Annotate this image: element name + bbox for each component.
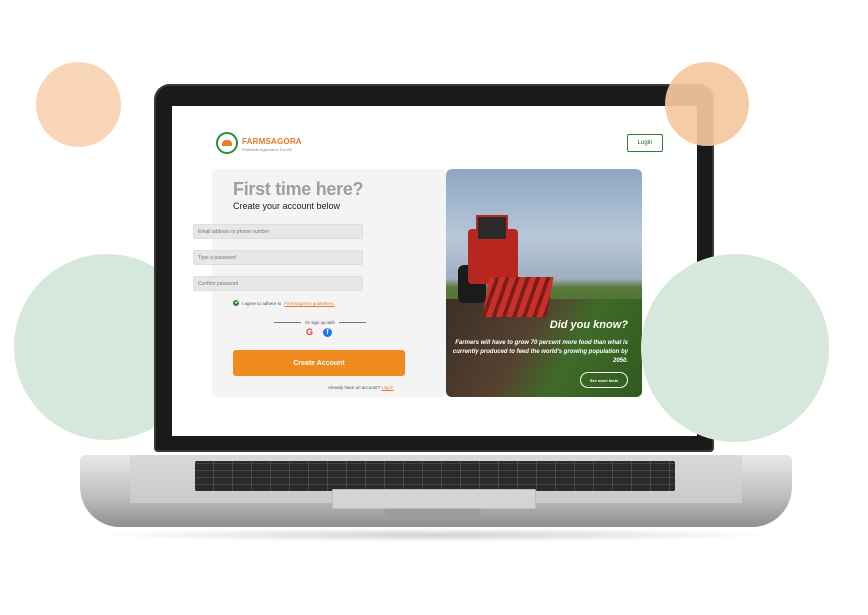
confirm-password-field[interactable]: Confirm password — [193, 276, 363, 291]
divider-rule-left — [274, 322, 301, 323]
promo-body: Farmers will have to grow 70 percent mor… — [452, 340, 628, 364]
divider-rule-right — [339, 322, 367, 323]
email-field[interactable]: Email address or phone number — [193, 224, 363, 239]
social-login: G f — [306, 328, 332, 337]
decor-circle-orange-left — [36, 62, 121, 147]
logo-icon[interactable] — [216, 132, 238, 154]
tractor-cab — [476, 215, 508, 241]
laptop-shadow — [90, 528, 780, 542]
brand-name[interactable]: FARMSAGORA — [242, 137, 302, 146]
login-button[interactable]: Login — [627, 134, 663, 152]
form-subtitle: Create your account below — [233, 201, 341, 211]
laptop-touchpad — [332, 489, 536, 509]
agree-text: I agree to adhere to — [242, 300, 282, 306]
check-icon[interactable] — [233, 300, 239, 306]
see-more-facts-button[interactable]: See more facts — [580, 372, 628, 388]
keyboard-rows — [195, 461, 675, 491]
decor-circle-orange-right — [665, 62, 749, 146]
laptop-notch — [385, 509, 481, 517]
brand-tagline: Profitable Agriculture For All — [242, 147, 292, 152]
create-account-button[interactable]: Create Account — [233, 350, 405, 376]
or-sign-up-divider: Or sign up with — [274, 320, 367, 325]
already-text: Already have an account? — [328, 385, 381, 390]
promo-heading: Did you know? — [549, 319, 628, 331]
google-icon[interactable]: G — [306, 328, 315, 337]
password-field[interactable]: Type a password — [193, 250, 363, 265]
login-link[interactable]: Log in — [381, 385, 393, 390]
tractor-plow — [482, 277, 554, 317]
or-sign-up-label: Or sign up with — [305, 320, 336, 325]
guidelines-link[interactable]: Farmsagora's guidelines. — [284, 301, 334, 306]
facebook-icon[interactable]: f — [323, 328, 332, 337]
already-have-account: Already have an account? Log in — [328, 385, 394, 390]
page-header: FARMSAGORA Profitable Agriculture For Al… — [172, 106, 697, 164]
form-title: First time here? — [233, 179, 364, 199]
agree-row[interactable]: I agree to adhere to Farmsagora's guidel… — [233, 300, 334, 306]
laptop-screen: FARMSAGORA Profitable Agriculture For Al… — [172, 106, 697, 436]
promo-card: Did you know? Farmers will have to grow … — [446, 169, 642, 397]
decor-circle-green-right — [641, 254, 829, 442]
